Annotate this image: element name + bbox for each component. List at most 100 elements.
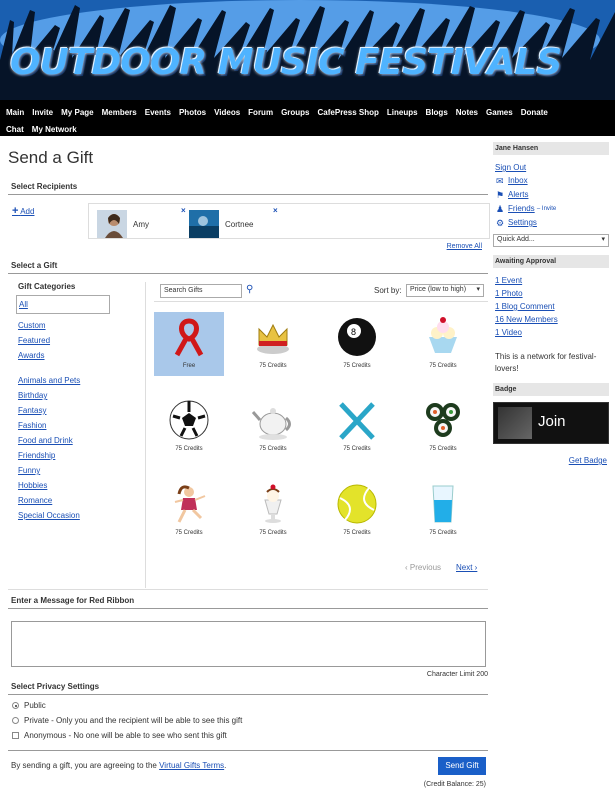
nav-invite[interactable]: Invite bbox=[32, 108, 53, 117]
next-page-link[interactable]: Next › bbox=[456, 563, 477, 572]
sign-out-link[interactable]: Sign Out bbox=[495, 161, 609, 174]
add-recipient-link[interactable]: + Add bbox=[12, 205, 34, 217]
gift-item-red-ribbon[interactable]: Free bbox=[154, 312, 224, 376]
nav-my-network[interactable]: My Network bbox=[32, 125, 77, 134]
awaiting-list: 1 Event 1 Photo 1 Blog Comment 16 New Me… bbox=[493, 274, 609, 339]
remove-all-link[interactable]: Remove All bbox=[447, 243, 482, 250]
awaiting-video-link[interactable]: 1 Video bbox=[495, 326, 609, 339]
quick-add-select[interactable]: Quick Add... ▾ bbox=[493, 234, 609, 247]
radio-icon[interactable] bbox=[12, 717, 19, 724]
send-gift-button[interactable]: Send Gift bbox=[438, 757, 486, 775]
nav-groups[interactable]: Groups bbox=[281, 108, 309, 117]
site-logo-title[interactable]: OUTDOOR MUSIC FESTIVALS bbox=[10, 42, 562, 83]
nav-forum[interactable]: Forum bbox=[248, 108, 273, 117]
recipient-name: Cortnee bbox=[225, 219, 254, 229]
credit-balance: (Credit Balance: 25) bbox=[423, 781, 486, 788]
terms-suffix: . bbox=[224, 761, 227, 770]
nav-my-page[interactable]: My Page bbox=[61, 108, 93, 117]
privacy-private-label: Private - Only you and the recipient wil… bbox=[24, 716, 243, 725]
virtual-gifts-terms-link[interactable]: Virtual Gifts Terms bbox=[159, 761, 224, 770]
awaiting-event-link[interactable]: 1 Event bbox=[495, 274, 609, 287]
previous-page-link[interactable]: ‹ Previous bbox=[405, 563, 441, 572]
category-link-fantasy[interactable]: Fantasy bbox=[18, 403, 145, 418]
privacy-anonymous-label: Anonymous - No one will be able to see w… bbox=[24, 731, 227, 740]
gift-item-teapot[interactable]: 75 Credits bbox=[238, 395, 308, 459]
awaiting-members-link[interactable]: 16 New Members bbox=[495, 313, 609, 326]
category-link-awards[interactable]: Awards bbox=[18, 348, 145, 363]
awaiting-photo-link[interactable]: 1 Photo bbox=[495, 287, 609, 300]
category-link-fashion[interactable]: Fashion bbox=[18, 418, 145, 433]
nav-cafepress-shop[interactable]: CafePress Shop bbox=[318, 108, 379, 117]
search-icon[interactable]: ⚲ bbox=[246, 284, 253, 295]
category-link-friendship[interactable]: Friendship bbox=[18, 448, 145, 463]
awaiting-blog-comment-link[interactable]: 1 Blog Comment bbox=[495, 300, 609, 313]
alerts-row[interactable]: ⚑ Alerts bbox=[496, 188, 609, 202]
gift-item-crown[interactable]: 75 Credits bbox=[238, 312, 308, 376]
join-badge[interactable]: Join bbox=[493, 402, 609, 444]
invite-link[interactable]: – Invite bbox=[537, 202, 556, 216]
get-badge-link[interactable]: Get Badge bbox=[569, 456, 607, 465]
category-link-food[interactable]: Food and Drink bbox=[18, 433, 145, 448]
category-link-all[interactable]: All bbox=[19, 297, 107, 312]
inbox-link[interactable]: Inbox bbox=[508, 174, 528, 188]
gift-item-skis[interactable]: 75 Credits bbox=[322, 395, 392, 459]
sushi-icon bbox=[426, 403, 460, 437]
nav-blogs[interactable]: Blogs bbox=[426, 108, 448, 117]
main-nav: Main Invite My Page Members Events Photos Vide… bbox=[0, 100, 615, 136]
nav-main[interactable]: Main bbox=[6, 108, 24, 117]
avatar bbox=[189, 210, 219, 238]
category-link-hobbies[interactable]: Hobbies bbox=[18, 478, 145, 493]
remove-recipient-icon[interactable]: × bbox=[273, 206, 278, 215]
category-link-funny[interactable]: Funny bbox=[18, 463, 145, 478]
friends-row[interactable]: ♟ Friends – Invite bbox=[496, 202, 609, 216]
gift-item-sundae[interactable]: 75 Credits bbox=[238, 479, 308, 543]
nav-photos[interactable]: Photos bbox=[179, 108, 206, 117]
nav-events[interactable]: Events bbox=[145, 108, 171, 117]
category-link-romance[interactable]: Romance bbox=[18, 493, 145, 508]
privacy-public-option[interactable]: Public bbox=[12, 701, 488, 710]
gift-item-drink-glass[interactable]: 75 Credits bbox=[408, 479, 478, 543]
privacy-anonymous-option[interactable]: Anonymous - No one will be able to see w… bbox=[12, 731, 488, 740]
message-textarea[interactable] bbox=[11, 621, 486, 667]
gift-item-eight-ball[interactable]: 8 75 Credits bbox=[322, 312, 392, 376]
network-about: This is a network for festival-lovers! bbox=[495, 352, 597, 373]
badge-header: Badge bbox=[493, 383, 609, 396]
alerts-link[interactable]: Alerts bbox=[508, 188, 528, 202]
sort-select[interactable]: Price (low to high) ▾ bbox=[406, 284, 484, 297]
privacy-private-option[interactable]: Private - Only you and the recipient wil… bbox=[12, 716, 488, 725]
gift-item-figure-skater[interactable]: 75 Credits bbox=[154, 479, 224, 543]
nav-members[interactable]: Members bbox=[102, 108, 137, 117]
category-link-animals[interactable]: Animals and Pets bbox=[18, 373, 145, 388]
category-link-custom[interactable]: Custom bbox=[18, 318, 145, 333]
chevron-down-icon: ▾ bbox=[476, 286, 480, 293]
radio-selected-icon[interactable] bbox=[12, 702, 19, 709]
search-gifts-input[interactable]: Search Gifts bbox=[160, 284, 242, 298]
badge-photo bbox=[498, 407, 532, 439]
gift-selection-area: Gift Categories All Custom Featured Awar… bbox=[8, 274, 488, 590]
category-all-selected[interactable]: All bbox=[16, 295, 110, 314]
remove-recipient-icon[interactable]: × bbox=[181, 206, 186, 215]
nav-games[interactable]: Games bbox=[486, 108, 513, 117]
category-link-special-occasion[interactable]: Special Occasion bbox=[18, 508, 145, 523]
category-link-featured[interactable]: Featured bbox=[18, 333, 145, 348]
gift-item-tennis-ball[interactable]: 75 Credits bbox=[322, 479, 392, 543]
plus-icon: + bbox=[12, 205, 19, 217]
avatar bbox=[97, 210, 127, 238]
nav-notes[interactable]: Notes bbox=[456, 108, 478, 117]
gift-item-sushi[interactable]: 75 Credits bbox=[408, 395, 478, 459]
gift-item-ice-cream[interactable]: 75 Credits bbox=[408, 312, 478, 376]
settings-row[interactable]: ⚙ Settings bbox=[496, 216, 609, 230]
nav-lineups[interactable]: Lineups bbox=[387, 108, 418, 117]
tennis-ball-icon bbox=[337, 484, 377, 524]
nav-chat[interactable]: Chat bbox=[6, 125, 24, 134]
gift-price: 75 Credits bbox=[259, 530, 287, 536]
sort-value: Price (low to high) bbox=[410, 286, 467, 293]
inbox-row[interactable]: ✉ Inbox bbox=[496, 174, 609, 188]
category-link-birthday[interactable]: Birthday bbox=[18, 388, 145, 403]
nav-donate[interactable]: Donate bbox=[521, 108, 548, 117]
friends-link[interactable]: Friends bbox=[508, 202, 535, 216]
nav-videos[interactable]: Videos bbox=[214, 108, 240, 117]
settings-link[interactable]: Settings bbox=[508, 216, 537, 230]
checkbox-icon[interactable] bbox=[12, 732, 19, 739]
gift-item-soccer-ball[interactable]: 75 Credits bbox=[154, 395, 224, 459]
